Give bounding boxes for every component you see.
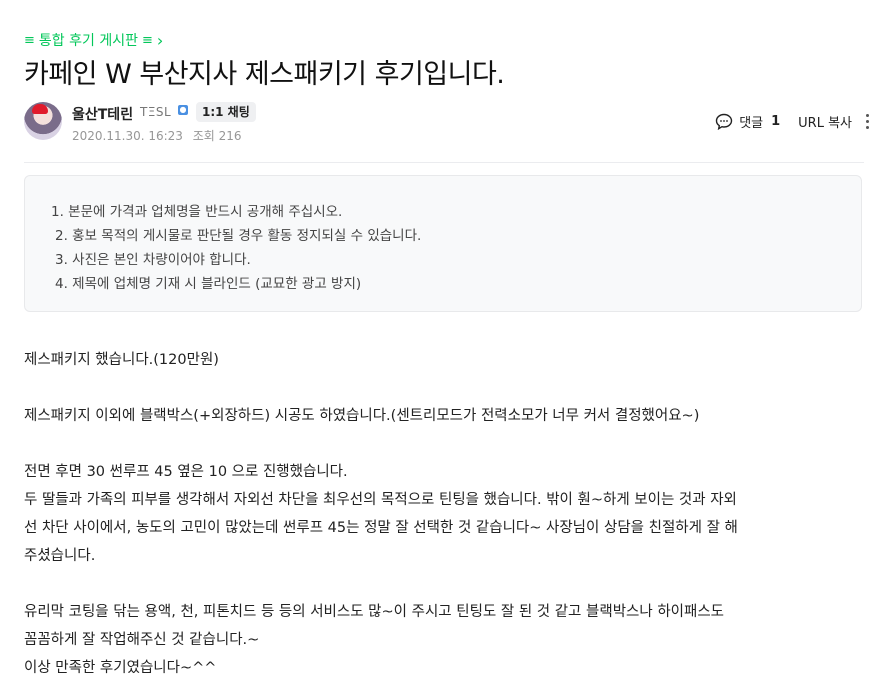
body-line: 선 차단 사이에서, 농도의 고민이 많았는데 썬루프 45는 정말 잘 선택한… [24, 520, 738, 536]
comment-label: 댓글 [739, 116, 764, 131]
body-line: 주셨습니다. [24, 548, 96, 564]
breadcrumb[interactable]: ≡ 통합 후기 게시판 ≡ › [24, 30, 163, 50]
avatar[interactable] [24, 102, 62, 140]
url-copy-button[interactable]: URL 복사 [798, 112, 852, 131]
comment-icon [715, 113, 733, 130]
body-paragraph: 전면 후면 30 썬루프 45 옆은 10 으로 진행했습니다. [24, 464, 348, 480]
page-title: 카페인 W 부산지사 제스패키기 후기입니다. [24, 59, 505, 90]
chat-button[interactable]: 1:1 채팅 [196, 102, 256, 122]
post-body: 제스패키지 했습니다.(120만원) 제스패키지 이외에 블랙박스(+외장하드)… [24, 346, 864, 682]
body-paragraph: 제스패키지 이외에 블랙박스(+외장하드) 시공도 하였습니다.(센트리모드가 … [24, 408, 700, 424]
avatar-hat-shape [32, 104, 48, 114]
post-meta: 2020.11.30. 16:23 조회 216 [72, 127, 242, 144]
notice-item: 4. 제목에 업체명 기재 시 블라인드 (교묘한 광고 방지) [55, 276, 362, 292]
board-notice-box: 1. 본문에 가격과 업체명을 반드시 공개해 주십시오. 2. 홍보 목적의 … [24, 175, 862, 312]
author-row: 울산T테린 TΞSL ● 1:1 채팅 2020.11.30. 16:23 조회… [24, 100, 870, 146]
body-paragraph: 제스패키지 했습니다.(120만원) [24, 352, 219, 368]
notice-item: 3. 사진은 본인 차량이어야 합니다. [55, 252, 251, 268]
verified-icon: ● [178, 105, 188, 115]
comment-count: 1 [771, 114, 781, 129]
author-level: TΞSL [140, 105, 172, 119]
body-line: 꼼꼼하게 잘 작업해주신 것 같습니다.~ [24, 632, 260, 648]
notice-item: 2. 홍보 목적의 게시물로 판단될 경우 활동 정지되실 수 있습니다. [55, 228, 422, 244]
comment-button[interactable]: 댓글 1 [715, 112, 780, 131]
post-actions: 댓글 1 URL 복사 [715, 112, 870, 131]
view-count: 조회 216 [192, 129, 242, 143]
divider [24, 162, 864, 163]
notice-item: 1. 본문에 가격과 업체명을 반드시 공개해 주십시오. [51, 204, 343, 220]
notice-list: 1. 본문에 가격과 업체명을 반드시 공개해 주십시오. 2. 홍보 목적의 … [51, 200, 421, 296]
list-icon: ≡ [24, 32, 35, 48]
post-date: 2020.11.30. 16:23 [72, 129, 183, 143]
more-options-icon[interactable] [866, 114, 870, 129]
menu-icon: ≡ [141, 32, 153, 48]
board-link[interactable]: 통합 후기 게시판 [39, 30, 138, 50]
body-paragraph: 이상 만족한 후기였습니다~^^ [24, 660, 217, 676]
body-line: 유리막 코팅을 닦는 용액, 천, 피톤치드 등 등의 서비스도 많~이 주시고… [24, 604, 725, 620]
chevron-right-icon: › [156, 30, 164, 50]
body-line: 두 딸들과 가족의 피부를 생각해서 자외선 차단을 최우선의 목적으로 틴팅을… [24, 492, 737, 508]
author-name[interactable]: 울산T테린 [72, 104, 133, 124]
